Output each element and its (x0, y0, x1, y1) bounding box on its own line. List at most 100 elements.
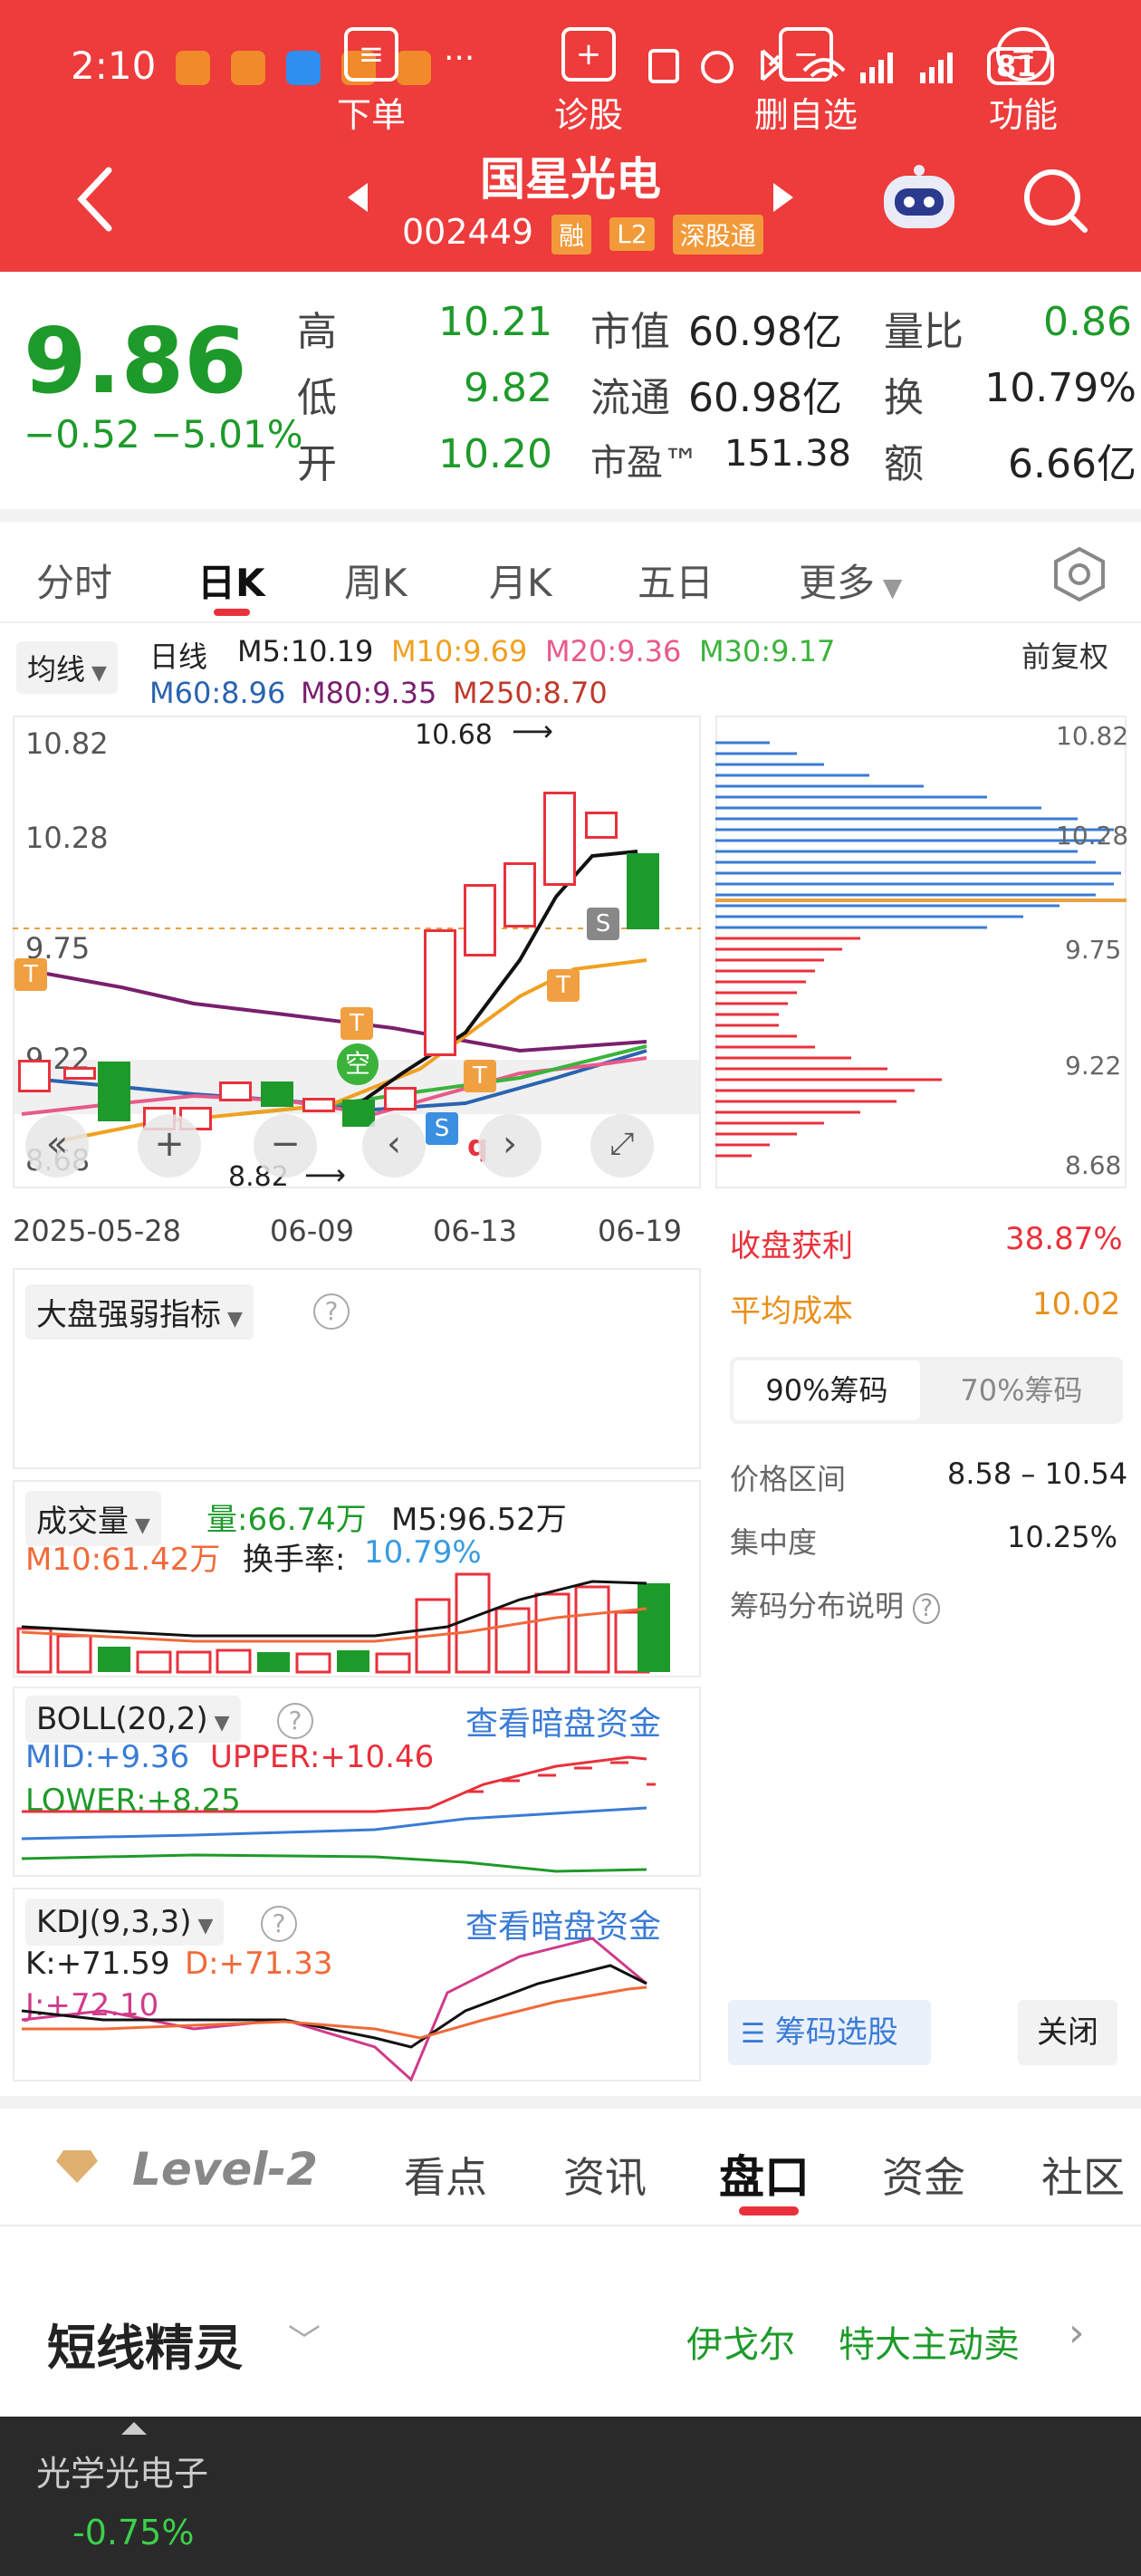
profit-value: 38.87% (1005, 1221, 1123, 1257)
low-label: 低 (297, 375, 337, 421)
price-change: −0.52 (24, 412, 140, 457)
tab-order-book[interactable]: 盘口 (719, 2141, 810, 2206)
volume-ratio-value: 0.86 (1043, 299, 1132, 345)
tab-90-chips[interactable]: 90%筹码 (734, 1360, 920, 1420)
chevron-down-icon[interactable]: ﹀ (288, 2315, 321, 2362)
trade-marker-s[interactable]: S (426, 1112, 458, 1145)
settings-hexagon-icon[interactable] (1050, 545, 1108, 603)
chevron-right-icon[interactable]: › (1069, 2310, 1085, 2356)
scroll-left-icon[interactable]: ‹ (362, 1114, 426, 1177)
chip-explain-label: 筹码分布说明 (730, 1589, 905, 1623)
status-time: 2:10 (71, 43, 157, 88)
chevron-down-icon: ▼ (875, 572, 903, 602)
trade-marker-t[interactable]: T (14, 958, 47, 991)
turnover-rate-value: 10.79% (364, 1534, 482, 1571)
status-more-dots: ··· (444, 40, 475, 77)
next-stock-icon[interactable] (770, 179, 797, 216)
ma10: M10:9.69 (391, 634, 528, 668)
tab-funds[interactable]: 资金 (882, 2145, 965, 2205)
remove-watchlist-label: 删自选 (753, 95, 858, 135)
volume-m5: M5:96.52万 (391, 1502, 567, 1538)
open-value: 10.20 (438, 431, 552, 477)
tab-level2[interactable]: Level-2 (132, 2143, 318, 2196)
avg-cost-value: 10.02 (1032, 1286, 1121, 1322)
candle (261, 1081, 293, 1107)
help-icon[interactable]: ? (313, 1293, 350, 1330)
scroll-left-fast-icon[interactable]: « (25, 1114, 89, 1177)
ma20: M20:9.36 (545, 634, 682, 668)
profit-label: 收盘获利 (730, 1228, 853, 1264)
volume-bars (16, 1572, 670, 1674)
pe-value: 151.38 (724, 433, 851, 475)
price-change-pct: −5.01% (150, 412, 303, 457)
candle (18, 1060, 51, 1092)
chip-select-button[interactable]: ☰ 筹码选股 (728, 2000, 931, 2065)
order-button[interactable]: ≡ 下单 (299, 27, 444, 137)
ma-selector[interactable]: 均线 ▼ (16, 641, 118, 694)
kline-x-tick: 06-09 (270, 1214, 354, 1248)
tab-more-label: 更多 (799, 561, 876, 605)
candle (464, 884, 496, 956)
chevron-down-icon: ▼ (85, 662, 107, 685)
sprite-event[interactable]: 特大主动卖 (839, 2315, 1020, 2368)
tab-70-chips[interactable]: 70%筹码 (924, 1360, 1119, 1420)
high-label: 高 (297, 309, 337, 355)
candle (63, 1067, 96, 1080)
pe-label: 市盈™ (590, 442, 699, 484)
tab-daily-k[interactable]: 日K (197, 553, 265, 608)
trade-marker-t[interactable]: T (547, 969, 580, 1002)
robot-assistant-icon[interactable] (878, 163, 960, 235)
chevron-down-icon: ▼ (221, 1308, 243, 1331)
tab-more[interactable]: 更多 ▼ (799, 553, 902, 608)
candle (585, 812, 618, 839)
sprite-title: 短线精灵 (47, 2320, 243, 2377)
remove-watchlist-button[interactable]: − 删自选 (734, 27, 878, 137)
search-icon[interactable] (1020, 165, 1092, 237)
tab-news[interactable]: 资讯 (563, 2145, 647, 2205)
scroll-right-icon[interactable]: › (478, 1114, 542, 1177)
tab-weekly-k[interactable]: 周K (344, 553, 408, 608)
order-label: 下单 (336, 95, 406, 135)
expand-up-icon[interactable] (121, 2422, 147, 2435)
tab-highlights[interactable]: 看点 (404, 2145, 487, 2205)
period-tabs: 分时 日K 周K 月K 五日 更多 ▼ (0, 525, 1141, 625)
diagnose-button[interactable]: + 诊股 (516, 27, 661, 137)
zoom-out-icon[interactable]: − (254, 1114, 317, 1177)
menu-circle-icon: = (996, 27, 1050, 82)
info-tabs: Level-2 看点 资讯 盘口 资金 社区 (0, 2109, 1141, 2226)
stock-detail-screen: 2:10 ··· 81 国星光电 002449 融 L2 深股通 9.86 −0… (0, 0, 1141, 2576)
tab-underline (214, 609, 250, 616)
close-chip-button[interactable]: 关闭 (1018, 2000, 1117, 2065)
turnover-value: 10.79% (984, 365, 1136, 411)
fullscreen-icon[interactable]: ⤢ (590, 1114, 654, 1177)
trade-marker-t[interactable]: T (464, 1060, 496, 1092)
ma-kind: 日线 (149, 639, 208, 674)
list-icon: ☰ (741, 2018, 765, 2050)
tab-five-day[interactable]: 五日 (638, 553, 714, 608)
volume-value: 量:66.74万 (206, 1502, 367, 1538)
tab-intraday[interactable]: 分时 (36, 553, 112, 608)
trade-marker-t[interactable]: T (340, 1007, 373, 1040)
ma250: M250:8.70 (453, 676, 608, 710)
candle (424, 929, 456, 1056)
marker-kong[interactable]: 空 (337, 1043, 379, 1085)
tab-monthly-k[interactable]: 月K (489, 553, 552, 608)
trade-marker-s[interactable]: S (587, 908, 619, 940)
functions-button[interactable]: = 功能 (951, 27, 1096, 137)
sprite-stock[interactable]: 伊戈尔 (686, 2315, 795, 2368)
volume-ratio-label: 量比 (884, 309, 964, 355)
candle (219, 1081, 252, 1101)
chip-explain-link[interactable]: 筹码分布说明 ? (730, 1583, 940, 1625)
float-label: 流通 (590, 375, 670, 421)
zoom-in-icon[interactable]: + (138, 1114, 201, 1177)
market-strength-selector[interactable]: 大盘强弱指标 ▼ (25, 1284, 254, 1340)
badge-connect: 深股通 (672, 214, 763, 255)
sector-name[interactable]: 光学光电子 (36, 2446, 208, 2495)
ma5: M5:10.19 (237, 634, 374, 668)
low-value: 9.82 (464, 365, 552, 411)
adjust-mode[interactable]: 前复权 (1021, 634, 1108, 676)
tab-community[interactable]: 社区 (1041, 2145, 1141, 2205)
chip-y-tick: 10.82 (1056, 721, 1129, 751)
candle (627, 853, 659, 929)
order-doc-icon: ≡ (344, 27, 398, 82)
